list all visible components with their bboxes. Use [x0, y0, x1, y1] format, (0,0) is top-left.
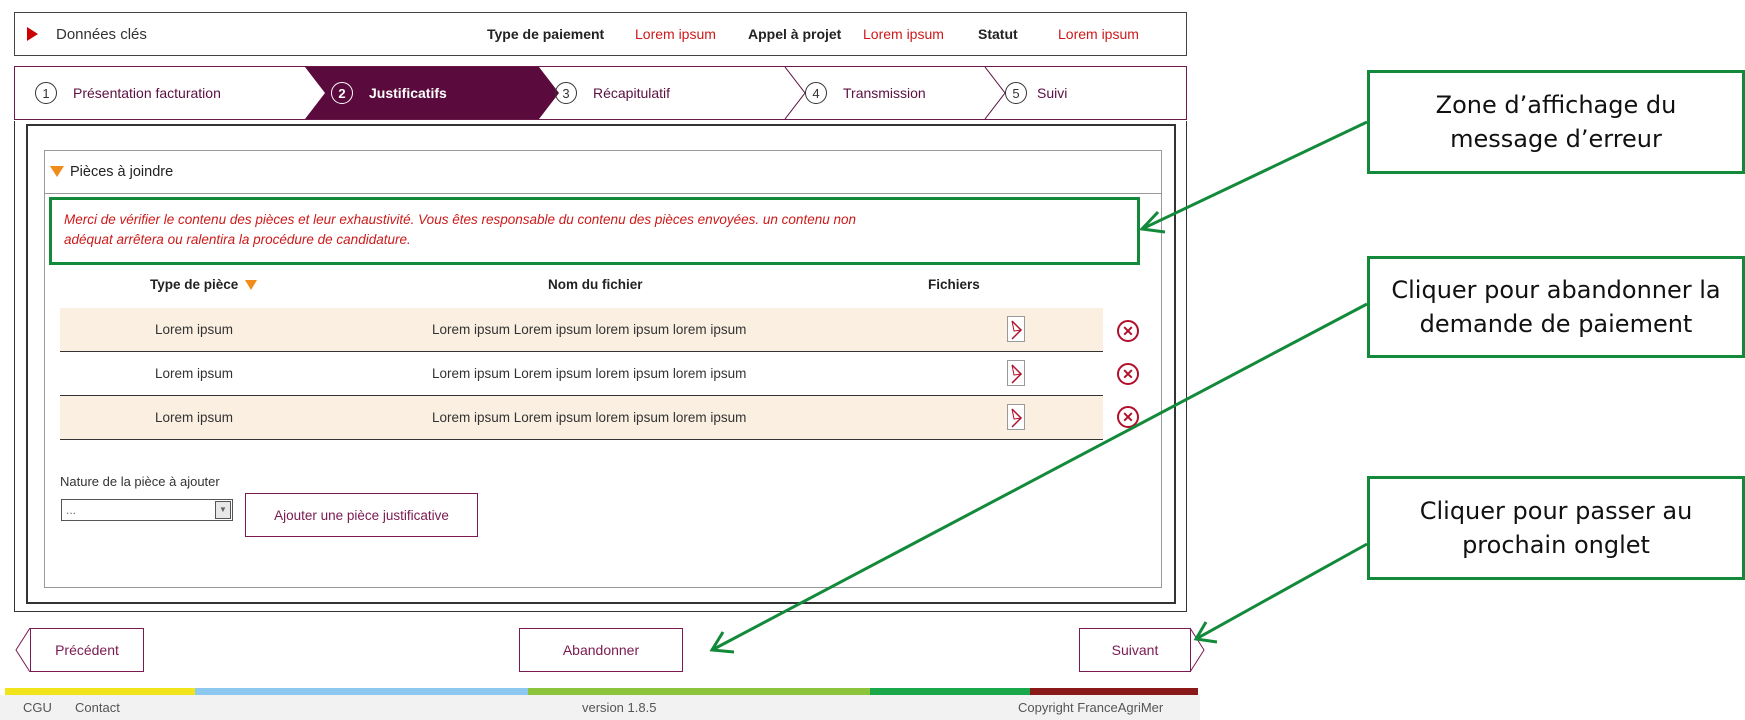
arrowhead-abandon	[709, 631, 735, 654]
annotation-arrows	[709, 120, 1368, 654]
arrow-to-next	[1195, 542, 1368, 641]
arrow-to-error-zone	[1141, 120, 1368, 231]
